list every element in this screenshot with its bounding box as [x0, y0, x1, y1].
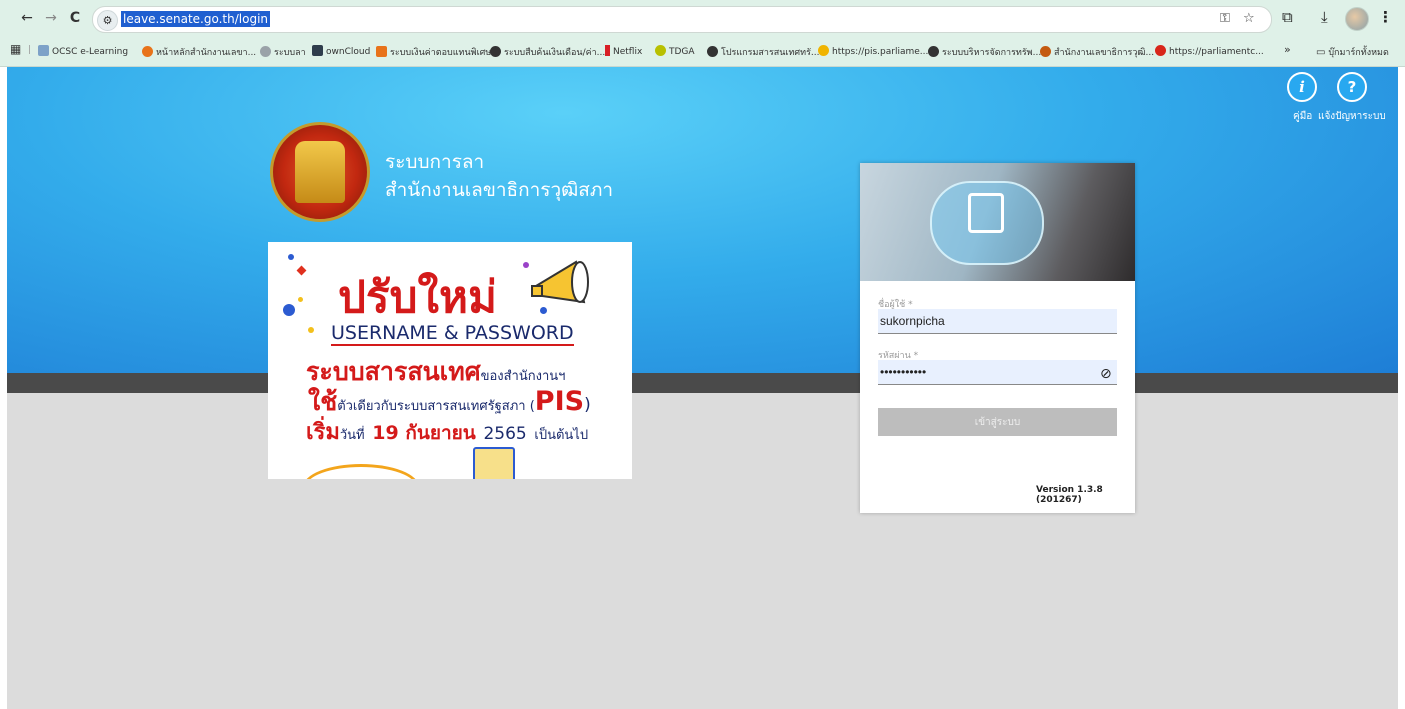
megaphone-icon: [531, 260, 589, 304]
back-icon[interactable]: ←: [18, 9, 36, 27]
reload-icon[interactable]: C: [66, 9, 84, 27]
login-header-image: [860, 163, 1135, 281]
bookmark-favicon: [312, 45, 323, 56]
page-content: i คู่มือ ? แจ้งปัญหาระบบ ระบบการลา สำนัก…: [7, 67, 1398, 709]
banner-line-4: เริ่มวันที่ 19 กันยายน 2565 เป็นต้นไป: [306, 414, 588, 449]
bookmark-favicon: [605, 45, 610, 56]
login-button[interactable]: เข้าสู่ระบบ: [878, 408, 1117, 436]
bookmark-item[interactable]: https://parliamentc...: [1155, 45, 1264, 57]
banner-line4-big: เริ่ม: [306, 420, 340, 445]
forward-icon[interactable]: →: [42, 9, 60, 27]
banner-username-password: USERNAME & PASSWORD: [331, 322, 574, 346]
senate-emblem-logo: [270, 122, 370, 222]
more-bookmarks-icon[interactable]: »: [1284, 43, 1291, 56]
banner-year: 2565: [483, 424, 527, 444]
bookmark-favicon: [490, 46, 501, 57]
bookmarks-bar: ▦ | OCSC e-Learning หน้าหลักสำนักงานเลขา…: [0, 36, 1405, 67]
profile-avatar[interactable]: [1345, 7, 1369, 31]
all-bookmarks-folder[interactable]: ▭ บุ๊กมาร์กทั้งหมด: [1316, 45, 1389, 59]
bookmark-favicon: [928, 46, 939, 57]
folder-icon: ▭: [1316, 47, 1326, 58]
bookmark-item[interactable]: https://pis.parliame...: [818, 45, 928, 57]
bookmark-item[interactable]: ระบบบริหารจัดการทรัพ...: [928, 45, 1041, 59]
banner-illustration: [473, 447, 515, 479]
bookmark-star-icon[interactable]: ☆: [1243, 11, 1255, 26]
bookmark-item[interactable]: Netflix: [605, 45, 642, 57]
help-question-icon[interactable]: ?: [1337, 72, 1367, 102]
bookmark-favicon: [142, 46, 153, 57]
bookmark-item[interactable]: ระบบลา: [260, 45, 306, 59]
banner-line3-big: ใช้: [308, 387, 338, 416]
manual-icon[interactable]: i: [1287, 72, 1317, 102]
bookmark-favicon: [1040, 46, 1051, 57]
banner-date: 19 กันยายน: [372, 422, 476, 444]
bookmark-favicon: [818, 45, 829, 56]
address-bar[interactable]: ⚙ leave.senate.go.th/login ⚿ ☆: [92, 6, 1272, 33]
extensions-icon[interactable]: ⧉: [1282, 8, 1293, 26]
banner-line4-end: เป็นต้นไป: [534, 428, 589, 443]
password-field[interactable]: [878, 360, 1117, 385]
bookmark-item[interactable]: ownCloud: [312, 45, 370, 57]
download-icon[interactable]: ⤓: [1321, 8, 1328, 26]
menu-kebab-icon[interactable]: ⋮: [1378, 8, 1393, 26]
browser-toolbar: ← → C ⚙ leave.senate.go.th/login ⚿ ☆ ⧉ ⤓…: [0, 0, 1405, 36]
system-title: ระบบการลา: [385, 151, 485, 173]
bookmark-item[interactable]: ระบบเงินค่าตอบแทนพิเศษ: [376, 45, 491, 59]
bookmark-favicon: [376, 46, 387, 57]
banner-line4-small: วันที่: [339, 428, 365, 443]
banner-line3-end: ): [584, 395, 591, 415]
calendar-clock-icon: [968, 193, 1004, 233]
bookmark-item[interactable]: TDGA: [655, 45, 695, 57]
bookmark-favicon: [655, 45, 666, 56]
banner-pis: PIS: [534, 386, 585, 417]
bookmark-item[interactable]: สำนักงานเลขาธิการวุฒิ...: [1040, 45, 1154, 59]
bookmark-favicon: [38, 45, 49, 56]
banner-line3-small: ตัวเดียวกับระบบสารสนเทศรัฐสภา (: [337, 399, 535, 414]
bookmark-item[interactable]: หน้าหลักสำนักงานเลขา...: [142, 45, 256, 59]
bookmark-favicon: [707, 46, 718, 57]
bookmark-divider: |: [28, 45, 32, 55]
manual-label[interactable]: คู่มือ: [1293, 109, 1312, 124]
system-subtitle: สำนักงานเลขาธิการวุฒิสภา: [385, 179, 614, 201]
announcement-banner: ปรับใหม่ USERNAME & PASSWORD ระบบสารสนเท…: [268, 242, 632, 479]
username-field[interactable]: [878, 309, 1117, 334]
apps-grid-icon[interactable]: ▦: [10, 42, 21, 56]
report-problem-label[interactable]: แจ้งปัญหาระบบ: [1318, 109, 1386, 124]
bookmark-favicon: [260, 46, 271, 57]
hero-background: [7, 67, 1398, 373]
login-card: ชื่อผู้ใช้ * รหัสผ่าน * ⊘ เข้าสู่ระบบ Ve…: [860, 163, 1135, 513]
url-text[interactable]: leave.senate.go.th/login: [121, 11, 271, 27]
version-text: Version 1.3.8 (201267): [1036, 485, 1103, 505]
password-key-icon[interactable]: ⚿: [1220, 11, 1230, 26]
bookmark-favicon: [1155, 45, 1166, 56]
site-info-icon[interactable]: ⚙: [97, 10, 118, 31]
banner-ring-decoration: [303, 464, 419, 479]
toggle-password-visibility-icon[interactable]: ⊘: [1100, 366, 1112, 382]
bookmark-item[interactable]: ระบบสืบค้นเงินเดือน/ค่า...: [490, 45, 605, 59]
bookmark-item[interactable]: OCSC e-Learning: [38, 45, 128, 57]
bookmark-item[interactable]: โปรแกรมสารสนเทศทรั...: [707, 45, 820, 59]
hero-divider-bar: [7, 373, 1398, 393]
